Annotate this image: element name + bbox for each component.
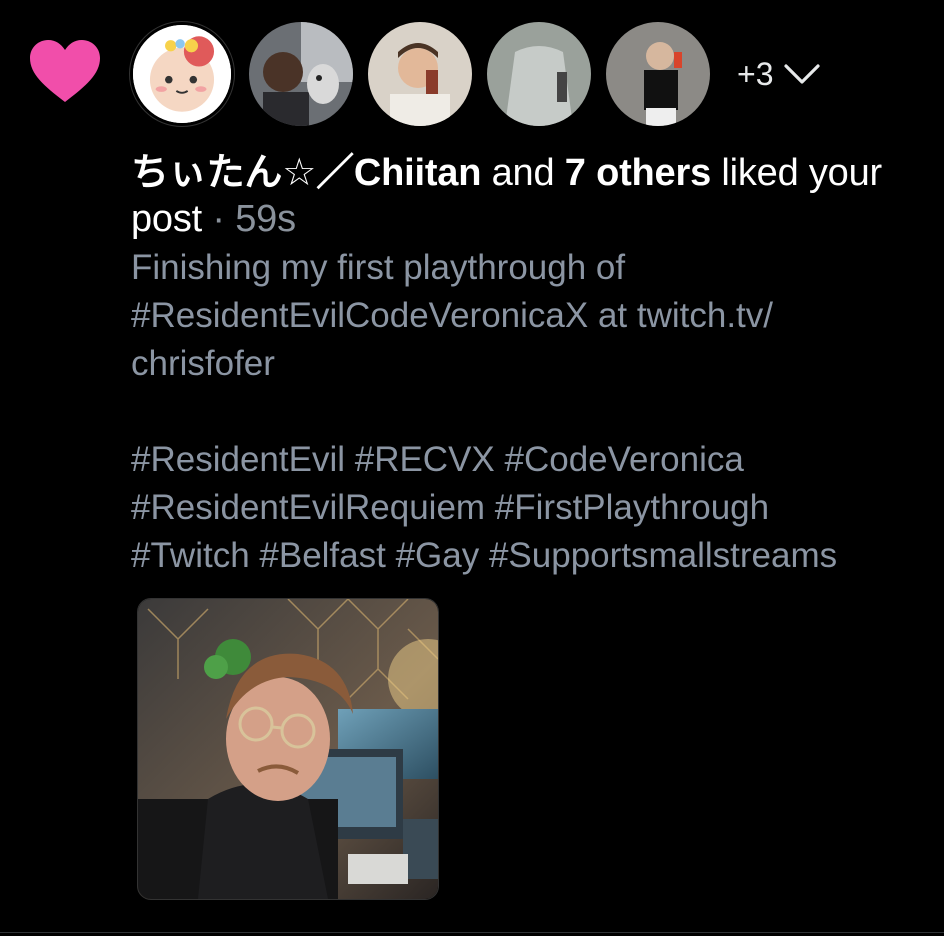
post-image[interactable] — [137, 598, 439, 900]
expand-likers-button[interactable]: +3 — [737, 56, 821, 93]
avatar-user-3[interactable] — [368, 22, 472, 126]
chevron-down-icon — [784, 64, 821, 84]
post-text[interactable]: Finishing my first playthrough of #Resid… — [131, 244, 931, 580]
avatar-user-5[interactable] — [606, 22, 710, 126]
avatar-user-2[interactable] — [249, 22, 353, 126]
notification-headline[interactable]: ちぃたん☆／Chiitan and 7 others liked your po… — [131, 150, 931, 242]
more-likers-count: +3 — [737, 55, 774, 92]
avatar-chiitan[interactable] — [130, 22, 234, 126]
others-link[interactable]: 7 others — [565, 152, 711, 194]
divider — [0, 932, 944, 933]
separator: · — [202, 198, 236, 240]
timestamp: 59s — [235, 198, 296, 240]
actor-name[interactable]: ちぃたん☆／Chiitan — [131, 152, 481, 194]
connector-text: and — [481, 152, 565, 194]
avatar-user-4[interactable] — [487, 22, 591, 126]
heart-icon — [30, 40, 100, 102]
liker-avatars: +3 — [130, 20, 821, 128]
notification-content: ちぃたん☆／Chiitan and 7 others liked your po… — [131, 150, 931, 580]
